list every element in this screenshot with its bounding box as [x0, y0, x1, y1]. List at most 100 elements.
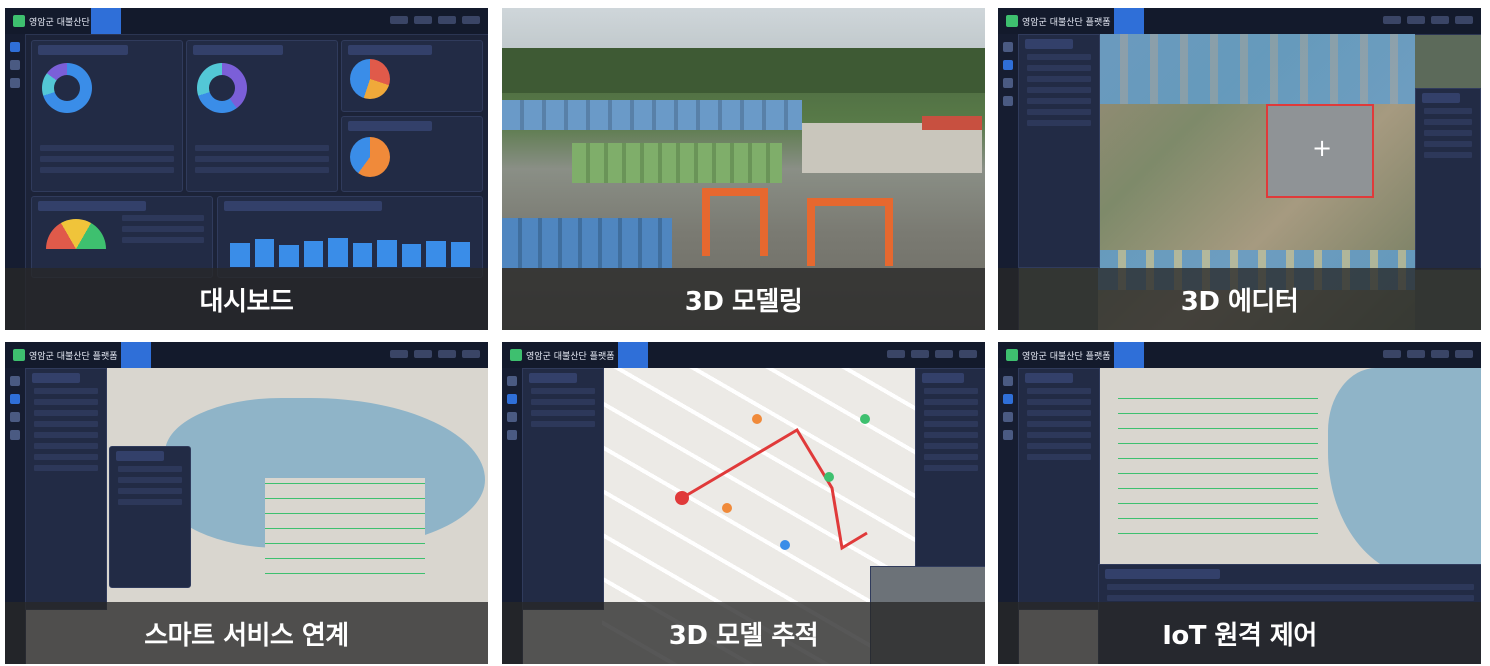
nav-icon[interactable]	[10, 394, 20, 404]
tab[interactable]	[618, 342, 648, 368]
tab[interactable]	[91, 8, 121, 34]
app-logo	[1006, 15, 1018, 27]
nav-icon[interactable]	[507, 394, 517, 404]
app-topbar: 영암군 대불산단 플랫폼	[998, 8, 1481, 35]
plus-icon[interactable]: +	[1312, 136, 1332, 160]
tile-caption: 대시보드	[5, 268, 488, 330]
gauge-chart	[46, 219, 106, 249]
tile-caption: 3D 에디터	[998, 268, 1481, 330]
app-logo	[1006, 349, 1018, 361]
tab[interactable]	[1144, 8, 1174, 34]
app-topbar: 영암군 대불산단 플랫폼	[998, 342, 1481, 369]
tree-line	[502, 48, 985, 93]
map-marker[interactable]	[752, 414, 762, 424]
tab[interactable]	[181, 8, 211, 34]
factory-building	[802, 123, 982, 173]
weather-info	[1383, 16, 1473, 24]
service-list-panel	[25, 368, 107, 610]
nav-icon[interactable]	[1003, 42, 1013, 52]
nav-icon[interactable]	[1003, 78, 1013, 88]
nav-icon[interactable]	[507, 376, 517, 386]
blue-roof-left	[502, 218, 672, 268]
tab[interactable]	[678, 342, 708, 368]
app-topbar: 영암군 대불산단 플랫폼	[502, 342, 985, 369]
map-marker[interactable]	[860, 414, 870, 424]
app-tabs	[91, 342, 211, 368]
tab[interactable]	[1174, 8, 1204, 34]
cctv-list-panel	[522, 368, 604, 610]
tab[interactable]	[151, 342, 181, 368]
tab[interactable]	[1114, 8, 1144, 34]
tracking-tile[interactable]: 영암군 대불산단 플랫폼 3D 모델 추적	[502, 342, 985, 664]
smart-service-tile[interactable]: 영암군 대불산단 플랫폼 스마트 서비스 연계	[5, 342, 488, 664]
dashboard-tile[interactable]: 영암군 대불산단 플랫폼 대시보드	[5, 8, 488, 330]
stats-panel	[341, 116, 483, 192]
legend-panel	[915, 368, 985, 570]
stats-panel	[186, 40, 338, 192]
nav-icon[interactable]	[1003, 60, 1013, 70]
app-tabs	[1084, 8, 1204, 34]
tab[interactable]	[91, 342, 121, 368]
property-panel	[1415, 88, 1481, 270]
gauge-panel	[31, 196, 213, 278]
map-marker[interactable]	[824, 472, 834, 482]
nav-icon[interactable]	[10, 430, 20, 440]
tab[interactable]	[1084, 8, 1114, 34]
nav-icon[interactable]	[507, 412, 517, 422]
weather-info	[390, 16, 480, 24]
nav-icon[interactable]	[507, 430, 517, 440]
warehouse-roofs	[502, 100, 802, 130]
weather-info	[390, 350, 480, 358]
tab[interactable]	[1174, 342, 1204, 368]
app-tabs	[588, 342, 708, 368]
tab[interactable]	[181, 342, 211, 368]
app-topbar: 영암군 대불산단 플랫폼	[5, 342, 488, 369]
red-roof-building	[922, 116, 982, 130]
app-logo	[13, 15, 25, 27]
river	[1328, 368, 1481, 578]
nav-icon[interactable]	[1003, 430, 1013, 440]
map-marker[interactable]	[722, 503, 732, 513]
crane-structure	[807, 198, 893, 266]
green-roof-building	[572, 143, 782, 183]
bar-panel	[217, 196, 483, 278]
map-marker[interactable]	[780, 540, 790, 550]
nav-icon[interactable]	[10, 60, 20, 70]
tab[interactable]	[121, 8, 151, 34]
stats-panel	[31, 40, 183, 192]
app-tabs	[1084, 342, 1204, 368]
modeling-tile[interactable]: 3D 모델링	[502, 8, 985, 330]
weather-info	[887, 350, 977, 358]
app-logo	[13, 349, 25, 361]
layer-panel	[1018, 34, 1100, 268]
nav-icon[interactable]	[1003, 376, 1013, 386]
nav-icon[interactable]	[1003, 412, 1013, 422]
weather-info	[1383, 350, 1473, 358]
tab[interactable]	[1114, 342, 1144, 368]
tile-caption: 스마트 서비스 연계	[5, 602, 488, 664]
tile-caption: 3D 모델 추적	[502, 602, 985, 664]
nav-icon[interactable]	[10, 78, 20, 88]
tab[interactable]	[1144, 342, 1174, 368]
nav-icon[interactable]	[1003, 96, 1013, 106]
editor-tile[interactable]: 영암군 대불산단 플랫폼 + 3D 에디터	[998, 8, 1481, 330]
tab[interactable]	[121, 342, 151, 368]
popup-dialog[interactable]	[109, 446, 191, 588]
tile-caption: 3D 모델링	[502, 268, 985, 330]
device-list-panel	[1018, 368, 1100, 610]
nav-icon[interactable]	[10, 42, 20, 52]
tab[interactable]	[151, 8, 181, 34]
tile-caption: IoT 원격 제어	[998, 602, 1481, 664]
app-logo	[510, 349, 522, 361]
tab[interactable]	[1084, 342, 1114, 368]
nav-icon[interactable]	[1003, 394, 1013, 404]
tab[interactable]	[648, 342, 678, 368]
nav-icon[interactable]	[10, 412, 20, 422]
selection-box[interactable]: +	[1266, 104, 1374, 198]
app-topbar: 영암군 대불산단 플랫폼	[5, 8, 488, 35]
tab[interactable]	[588, 342, 618, 368]
stats-panel	[341, 40, 483, 112]
iot-tile[interactable]: 영암군 대불산단 플랫폼 IoT 원격 제어	[998, 342, 1481, 664]
nav-icon[interactable]	[10, 376, 20, 386]
donut-chart	[350, 137, 390, 177]
